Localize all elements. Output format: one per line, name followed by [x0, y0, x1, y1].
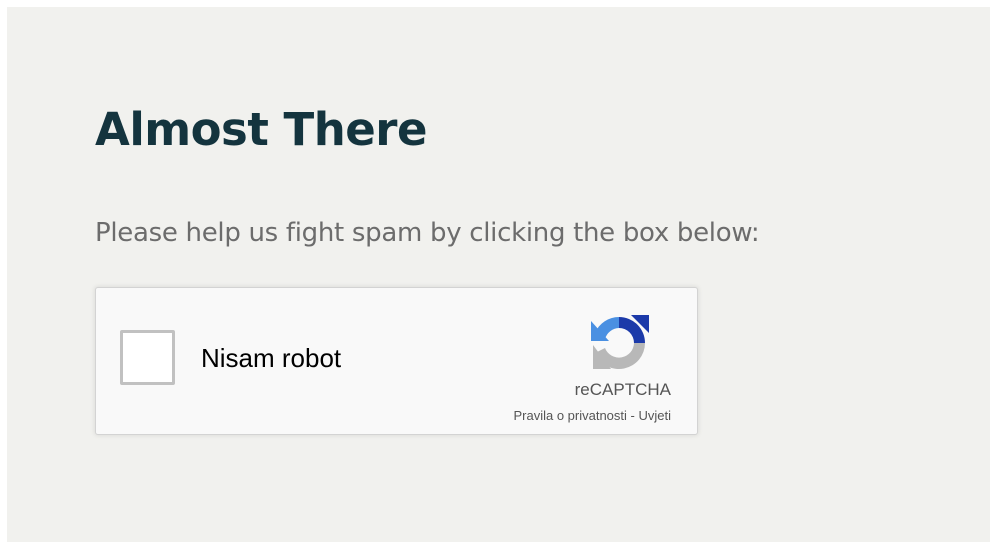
- page-background: Almost There Please help us fight spam b…: [7, 7, 990, 542]
- recaptcha-widget: Nisam robot reCAPTCHA Pravila o privatno…: [95, 287, 698, 435]
- privacy-link[interactable]: Pravila o privatnosti: [513, 408, 626, 423]
- recaptcha-branding: reCAPTCHA Pravila o privatnosti - Uvjeti: [451, 308, 671, 428]
- recaptcha-links: Pravila o privatnosti - Uvjeti: [513, 408, 671, 424]
- recaptcha-checkbox[interactable]: [120, 330, 175, 385]
- link-separator: -: [626, 408, 639, 423]
- recaptcha-logo-icon[interactable]: [587, 311, 651, 375]
- instruction-text: Please help us fight spam by clicking th…: [95, 218, 760, 248]
- recaptcha-checkbox-label[interactable]: Nisam robot: [201, 343, 341, 373]
- terms-link[interactable]: Uvjeti: [638, 408, 671, 423]
- recaptcha-brand: reCAPTCHA: [574, 380, 671, 399]
- page-title: Almost There: [95, 103, 427, 156]
